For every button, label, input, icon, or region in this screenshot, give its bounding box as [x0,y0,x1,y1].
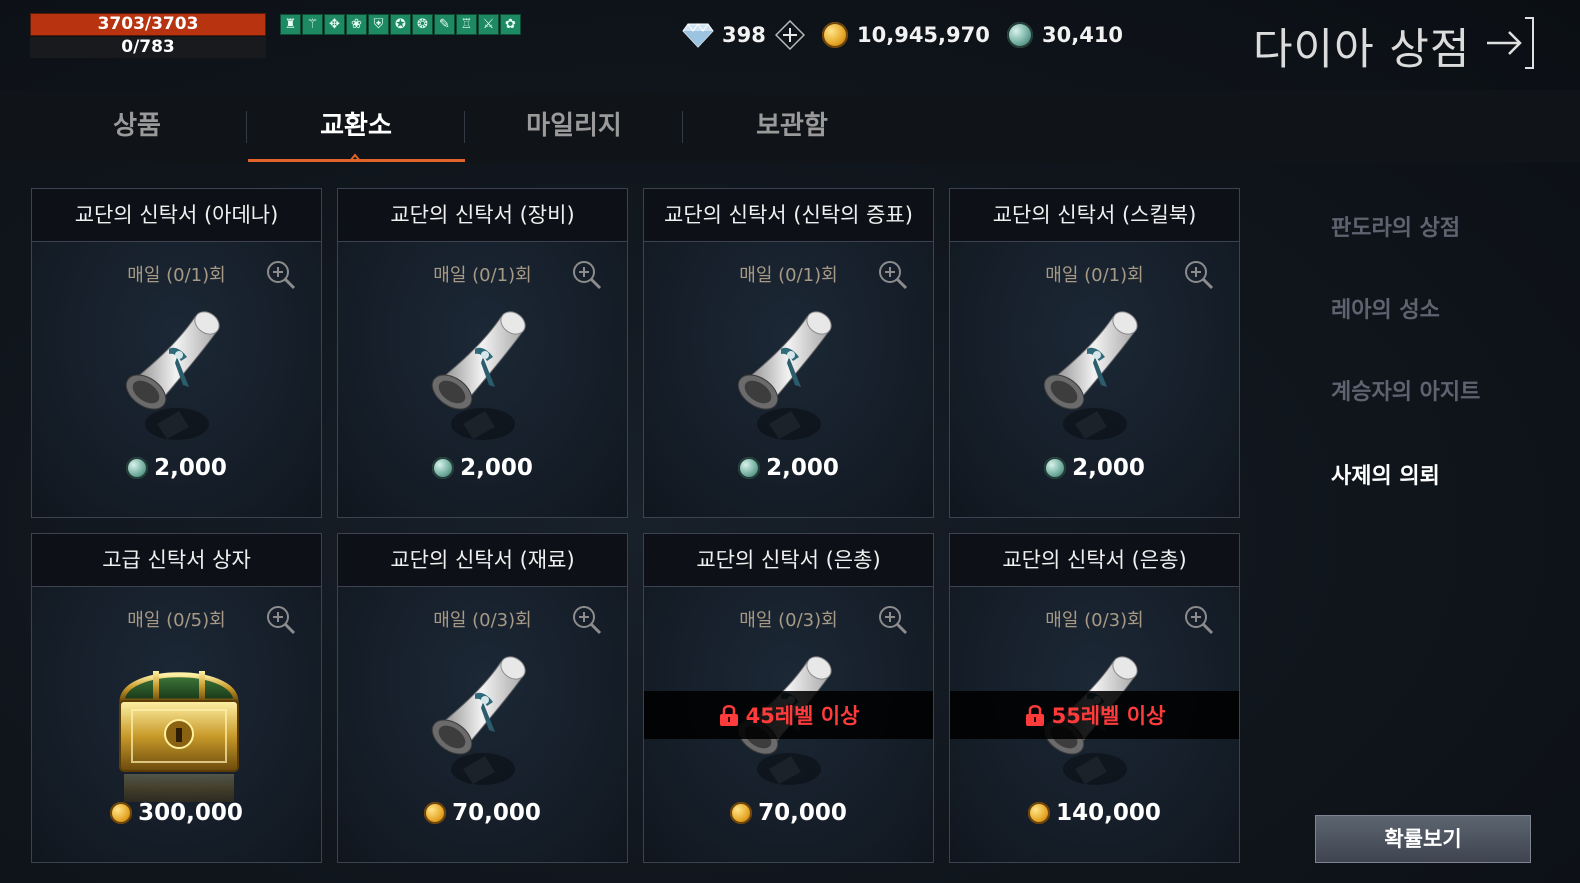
silver-coin-icon [126,457,149,479]
price-value: 2,000 [766,455,839,481]
silver-coin-icon [738,457,761,479]
tab-bar: 상품 교환소 마일리지 보관함 [0,90,1580,163]
product-card[interactable]: 고급 신탁서 상자 매일 (0/5)회 300,000 [31,533,322,863]
gold-coin-icon [730,802,753,824]
buff-icon[interactable]: ✿ [500,14,521,35]
level-requirement: 55레벨 이상 [1051,704,1166,728]
scroll-icon [1035,299,1155,449]
scroll-icon [423,299,543,449]
price: 2,000 [950,455,1239,481]
price-value: 2,000 [1072,455,1145,481]
zoom-in-icon[interactable] [877,259,909,291]
diamond-currency: 398 [682,18,805,52]
silver-currency: 30,410 [1007,18,1123,52]
page-title: 다이아 상점 [1253,25,1471,75]
price: 70,000 [644,800,933,826]
product-card[interactable]: 교단의 신탁서 (재료) 매일 (0/3)회 70,000 [337,533,628,863]
product-card[interactable]: 교단의 신탁서 (장비) 매일 (0/1)회 2,000 [337,188,628,518]
product-title: 교단의 신탁서 (스킬북) [950,189,1239,242]
silver-coin-icon [1007,22,1033,48]
buff-icon[interactable]: ♖ [456,14,477,35]
buff-icon[interactable]: ❀ [346,14,367,35]
product-title: 교단의 신탁서 (아데나) [32,189,321,242]
level-lock-banner: 45레벨 이상 [644,691,933,739]
buff-icon[interactable]: ✥ [324,14,345,35]
price-value: 70,000 [758,800,847,826]
product-title: 교단의 신탁서 (장비) [338,189,627,242]
gold-amount: 10,945,970 [857,23,990,47]
level-requirement: 45레벨 이상 [745,704,860,728]
buff-icon[interactable]: ♜ [280,14,301,35]
diamond-icon [682,23,714,48]
lock-icon [719,705,738,726]
product-card[interactable]: 교단의 신탁서 (아데나) 매일 (0/1)회 2,000 [31,188,322,518]
level-lock-banner: 55레벨 이상 [950,691,1239,739]
price: 2,000 [32,455,321,481]
silver-amount: 30,410 [1042,23,1124,47]
buff-icon[interactable]: ⚚ [302,14,323,35]
product-card[interactable]: 교단의 신탁서 (신탁의 증표) 매일 (0/1)회 2,000 [643,188,934,518]
gold-coin-icon [1028,802,1051,824]
product-title: 교단의 신탁서 (재료) [338,534,627,587]
gold-coin-icon [822,22,848,48]
mp-value: 0/783 [121,37,175,57]
product-title: 교단의 신탁서 (은총) [644,534,933,587]
zoom-in-icon[interactable] [571,259,603,291]
buff-icon[interactable]: ⚔ [478,14,499,35]
price: 2,000 [338,455,627,481]
product-title: 고급 신탁서 상자 [32,534,321,587]
side-menu-priest-request[interactable]: 사제의 의뢰 [1331,458,1440,490]
hp-value: 3703/3703 [97,14,199,34]
tab-divider [246,111,247,143]
price: 140,000 [950,800,1239,826]
silver-coin-icon [1044,457,1067,479]
treasure-chest-icon [104,646,239,802]
caret-up-icon [349,153,361,162]
scroll-icon [729,299,849,449]
side-menu-pandora[interactable]: 판도라의 상점 [1331,210,1460,242]
product-title: 교단의 신탁서 (신탁의 증표) [644,189,933,242]
exit-icon[interactable] [1485,16,1535,70]
lock-icon [1025,705,1044,726]
buff-icon[interactable]: ✪ [390,14,411,35]
price-value: 2,000 [460,455,533,481]
scroll-icon [423,644,543,794]
price: 2,000 [644,455,933,481]
price-value: 2,000 [154,455,227,481]
buff-icon[interactable]: ❂ [412,14,433,35]
price: 70,000 [338,800,627,826]
tab-storage[interactable]: 보관함 [683,90,901,163]
zoom-in-icon[interactable] [1183,604,1215,636]
side-menu-rea-sanctuary[interactable]: 레아의 성소 [1331,292,1440,324]
price-value: 300,000 [138,800,243,826]
zoom-in-icon[interactable] [1183,259,1215,291]
tab-divider [464,111,465,143]
gold-coin-icon [110,802,133,824]
gold-currency: 10,945,970 [822,18,990,52]
zoom-in-icon[interactable] [571,604,603,636]
tab-mileage[interactable]: 마일리지 [465,90,683,163]
add-diamond-button[interactable] [774,20,805,50]
product-card[interactable]: 교단의 신탁서 (은총) 매일 (0/3)회 55레벨 이상 140,000 [949,533,1240,863]
tab-products[interactable]: 상품 [28,90,246,163]
zoom-in-icon[interactable] [265,259,297,291]
tab-divider [682,111,683,143]
diamond-amount: 398 [722,23,766,47]
probability-button[interactable]: 확률보기 [1315,815,1531,863]
scroll-icon [117,299,237,449]
price-value: 70,000 [452,800,541,826]
gold-coin-icon [424,802,447,824]
price: 300,000 [32,800,321,826]
price-value: 140,000 [1056,800,1161,826]
side-menu-successor-hideout[interactable]: 계승자의 아지트 [1331,374,1480,406]
product-card[interactable]: 교단의 신탁서 (스킬북) 매일 (0/1)회 2,000 [949,188,1240,518]
product-card[interactable]: 교단의 신탁서 (은총) 매일 (0/3)회 45레벨 이상 70,000 [643,533,934,863]
buff-icon[interactable]: ⛨ [368,14,389,35]
zoom-in-icon[interactable] [265,604,297,636]
product-title: 교단의 신탁서 (은총) [950,534,1239,587]
zoom-in-icon[interactable] [877,604,909,636]
buff-bar: ♜ ⚚ ✥ ❀ ⛨ ✪ ❂ ✎ ♖ ⚔ ✿ [280,14,521,35]
buff-icon[interactable]: ✎ [434,14,455,35]
silver-coin-icon [432,457,455,479]
